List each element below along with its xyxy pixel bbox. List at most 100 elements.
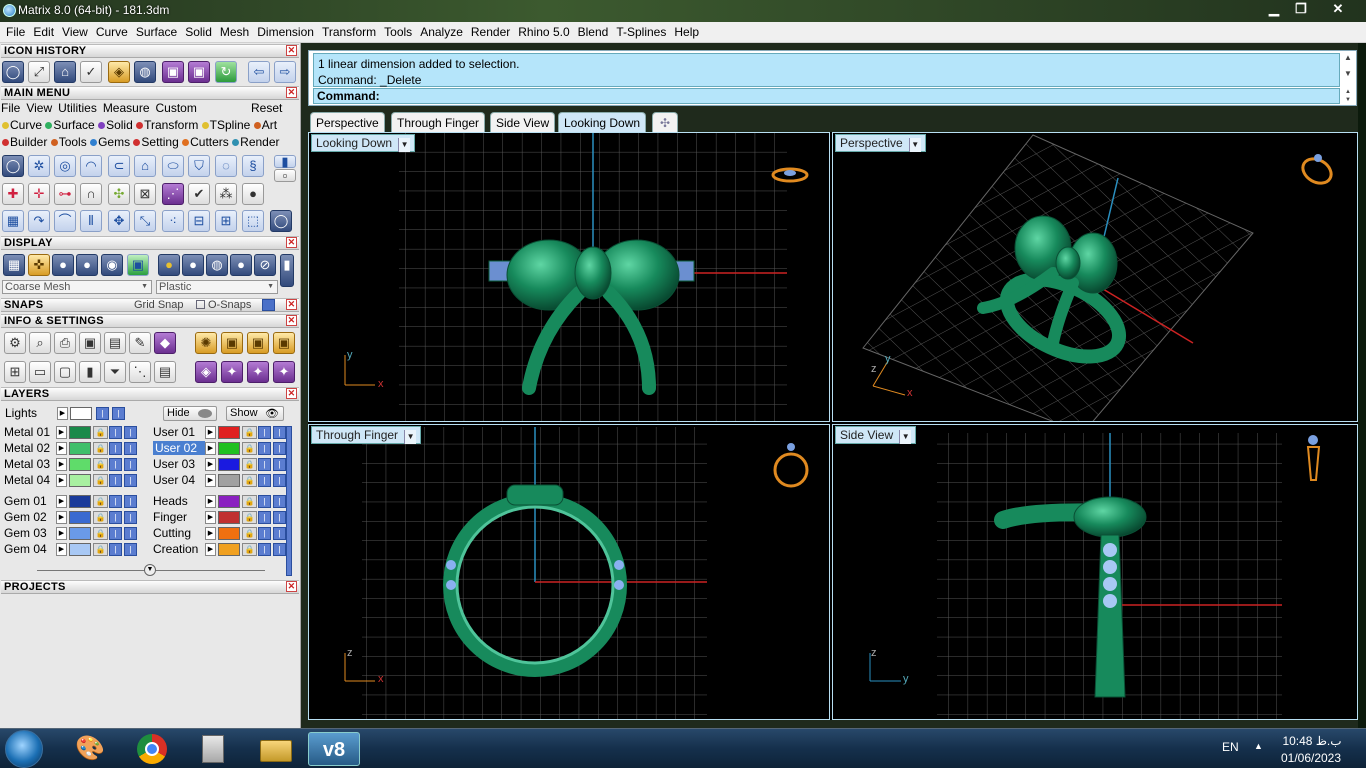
cat-render[interactable]: Render bbox=[232, 135, 280, 149]
history-back-icon[interactable]: ⇦ bbox=[248, 61, 270, 83]
chevron-down-icon[interactable]: ▼ bbox=[908, 138, 921, 152]
minimize-button[interactable]: ▁ bbox=[1262, 0, 1286, 18]
refresh-tool-icon[interactable]: ↻ bbox=[215, 61, 237, 83]
rendered-icon[interactable]: ● bbox=[76, 254, 98, 276]
close-icon[interactable]: ✕ bbox=[286, 237, 297, 248]
visibility-icon[interactable]: | bbox=[258, 458, 271, 471]
book-icon[interactable]: ▮ bbox=[79, 361, 101, 383]
layer-color-swatch[interactable] bbox=[218, 527, 240, 540]
edit-icon[interactable]: | bbox=[124, 458, 137, 471]
menu-file[interactable]: File bbox=[2, 22, 29, 39]
wireframe-icon[interactable]: ▦ bbox=[3, 254, 25, 276]
edit-icon[interactable]: | bbox=[273, 527, 286, 540]
headphones-icon[interactable]: ∩ bbox=[80, 183, 102, 205]
lock-icon[interactable]: 🔒 bbox=[93, 495, 108, 508]
layer-color-swatch[interactable] bbox=[69, 474, 91, 487]
cat-solid[interactable]: Solid bbox=[98, 118, 133, 132]
tab-through-finger[interactable]: Through Finger bbox=[391, 112, 486, 132]
visibility-icon[interactable]: | bbox=[258, 543, 271, 556]
mm-custom[interactable]: Custom bbox=[156, 101, 197, 115]
through-finger-label[interactable]: Through Finger ▼ bbox=[311, 426, 422, 444]
windows-icon[interactable]: ⊞ bbox=[4, 361, 26, 383]
expand-icon[interactable]: ▶ bbox=[56, 442, 67, 455]
cube-tool-icon[interactable]: ▣ bbox=[162, 61, 184, 83]
chrome-material-icon[interactable]: ● bbox=[230, 254, 252, 276]
cat-cutters[interactable]: Cutters bbox=[182, 135, 229, 149]
layer-name[interactable]: Metal 03 bbox=[4, 457, 56, 471]
cat-builder[interactable]: Builder bbox=[2, 135, 47, 149]
close-icon[interactable]: ✕ bbox=[286, 581, 297, 592]
pave-icon[interactable]: ⁂ bbox=[215, 183, 237, 205]
curve-tool-icon[interactable]: ⤢ bbox=[28, 61, 50, 83]
looking-down-label[interactable]: Looking Down ▼ bbox=[311, 134, 416, 152]
camera-icon[interactable]: ▣ bbox=[221, 332, 243, 354]
layer-color-swatch[interactable] bbox=[69, 527, 91, 540]
scatter-icon[interactable]: ⋰ bbox=[162, 183, 184, 205]
layer-color-swatch[interactable] bbox=[218, 458, 240, 471]
layer-name[interactable]: Gem 03 bbox=[4, 526, 56, 540]
visibility-icon[interactable]: | bbox=[258, 474, 271, 487]
mirror-icon[interactable]: ⫴ bbox=[80, 210, 102, 232]
lock-icon[interactable]: 🔒 bbox=[242, 442, 257, 455]
side-view-label[interactable]: Side View ▼ bbox=[835, 426, 917, 444]
toggle-icon[interactable]: ▮ bbox=[274, 155, 296, 168]
language-indicator[interactable]: EN bbox=[1222, 740, 1239, 754]
visibility-icon[interactable]: | bbox=[109, 495, 122, 508]
mm-measure[interactable]: Measure bbox=[103, 101, 150, 115]
layer-row[interactable]: User 04 ▶ 🔒 | | bbox=[150, 473, 290, 488]
layer-lights[interactable]: Lights ▶ | | bbox=[2, 406, 142, 421]
tray-expand-icon[interactable]: ▲ bbox=[1254, 741, 1263, 751]
layer-row[interactable]: User 01 ▶ 🔒 | | bbox=[150, 425, 290, 440]
expand-icon[interactable]: ▶ bbox=[205, 495, 216, 508]
rotate-icon[interactable]: ↷ bbox=[28, 210, 50, 232]
expand-icon[interactable]: ▶ bbox=[56, 527, 67, 540]
chevron-down-icon[interactable]: ▼ bbox=[899, 430, 912, 444]
paint-icon[interactable]: 🎨 bbox=[64, 732, 116, 766]
expand-icon[interactable]: ▶ bbox=[205, 511, 216, 524]
lock-icon[interactable]: 🔒 bbox=[93, 511, 108, 524]
layer-color-swatch[interactable] bbox=[218, 474, 240, 487]
plus-icon[interactable]: ✚ bbox=[2, 183, 24, 205]
spiral-icon[interactable]: ✲ bbox=[28, 155, 50, 177]
layers-scrollbar[interactable] bbox=[286, 426, 292, 576]
spray-icon[interactable]: ⁖ bbox=[162, 210, 184, 232]
layer-row[interactable]: Gem 03 ▶ 🔒 | | bbox=[1, 526, 141, 541]
filter-icon[interactable]: ⏷ bbox=[104, 361, 126, 383]
mm-view[interactable]: View bbox=[26, 101, 52, 115]
expand-icon[interactable]: ▶ bbox=[56, 543, 67, 556]
menu-mesh[interactable]: Mesh bbox=[216, 22, 253, 39]
gem-info-icon[interactable]: ◆ bbox=[154, 332, 176, 354]
layer-row[interactable]: Metal 03 ▶ 🔒 | | bbox=[1, 457, 141, 472]
circle-tool-icon[interactable]: ◯ bbox=[2, 61, 24, 83]
render-settings-icon[interactable]: ▣ bbox=[247, 332, 269, 354]
edit-icon[interactable]: | bbox=[124, 495, 137, 508]
layer-row[interactable]: Metal 04 ▶ 🔒 | | bbox=[1, 473, 141, 488]
show-button[interactable]: Show 👁 bbox=[226, 406, 284, 421]
menu-help[interactable]: Help bbox=[670, 22, 703, 39]
lock-icon[interactable]: 🔒 bbox=[242, 527, 257, 540]
menu-tsplines[interactable]: T-Splines bbox=[612, 22, 670, 39]
globe-tool-icon[interactable]: ◍ bbox=[134, 61, 156, 83]
cursor-icon[interactable]: ⬚ bbox=[242, 210, 264, 232]
visibility-icon[interactable]: | bbox=[96, 407, 109, 420]
layer-name[interactable]: Creation bbox=[153, 542, 205, 556]
steel-material-icon[interactable]: ◍ bbox=[206, 254, 228, 276]
layer-name[interactable]: Cutting bbox=[153, 526, 205, 540]
grid-display-icon[interactable]: ▣ bbox=[127, 254, 149, 276]
visibility-icon[interactable]: | bbox=[109, 458, 122, 471]
layer-color-swatch[interactable] bbox=[69, 442, 91, 455]
clock-time[interactable]: 10:48 ب.ظ bbox=[1282, 734, 1342, 748]
close-icon[interactable]: ✕ bbox=[286, 299, 297, 310]
snap-settings-icon[interactable] bbox=[262, 299, 275, 311]
bend-icon[interactable]: ⌒ bbox=[54, 210, 76, 232]
history-forward-icon[interactable]: ⇨ bbox=[274, 61, 296, 83]
expand-icon[interactable]: ▶ bbox=[57, 407, 68, 420]
stack-icon[interactable]: ⊞ bbox=[215, 210, 237, 232]
lock-icon[interactable]: 🔒 bbox=[242, 458, 257, 471]
edit-icon[interactable]: | bbox=[124, 426, 137, 439]
layer-name[interactable]: User 04 bbox=[153, 473, 205, 487]
layer-row[interactable]: Gem 02 ▶ 🔒 | | bbox=[1, 510, 141, 525]
split-icon[interactable]: ⊶ bbox=[54, 183, 76, 205]
ring-tool-icon[interactable]: ⌂ bbox=[54, 61, 76, 83]
layer-row[interactable]: Cutting ▶ 🔒 | | bbox=[150, 526, 290, 541]
